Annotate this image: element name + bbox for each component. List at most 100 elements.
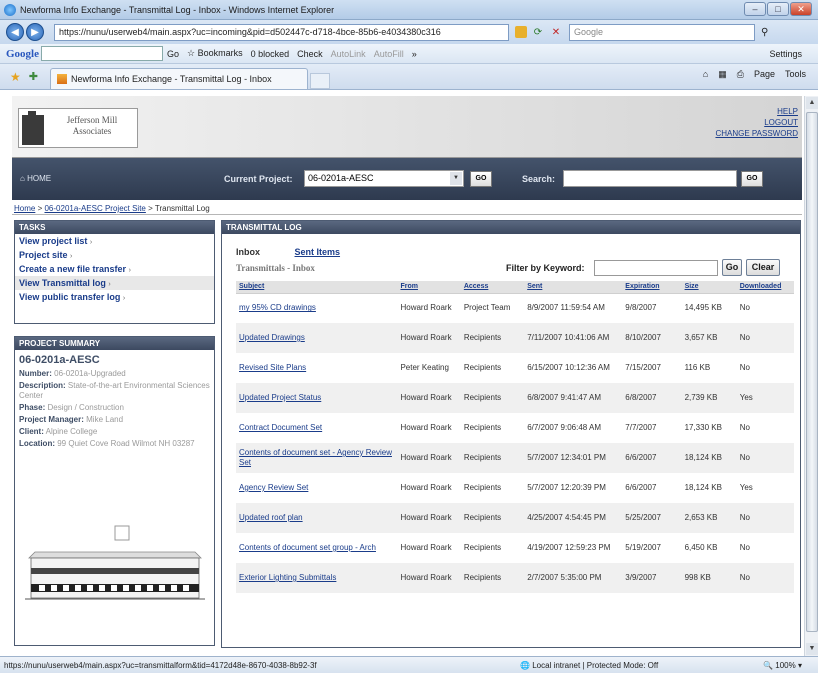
col-access[interactable]: Access: [460, 281, 525, 294]
home-icon[interactable]: ⌂: [703, 69, 708, 80]
site-search-input[interactable]: [563, 170, 737, 187]
subject-link[interactable]: Contents of document set group - Arch: [236, 533, 397, 563]
from-cell: Howard Roark: [400, 423, 452, 432]
url-field[interactable]: https://nunu/userweb4/main.aspx?uc=incom…: [54, 23, 509, 41]
project-summary-panel: PROJECT SUMMARY 06-0201a-AESC Number: 06…: [14, 336, 215, 646]
browser-tab[interactable]: Newforma Info Exchange - Transmittal Log…: [49, 68, 308, 89]
feeds-icon[interactable]: ▦: [718, 69, 727, 80]
autofill-button[interactable]: AutoFill: [374, 49, 404, 59]
settings-button[interactable]: Settings: [769, 49, 802, 59]
check-button[interactable]: Check: [297, 49, 323, 59]
print-icon[interactable]: ⎙: [737, 69, 744, 80]
search-go-button[interactable]: GO: [741, 171, 763, 187]
tab-sent-items[interactable]: Sent Items: [295, 247, 341, 257]
tasks-title: TASKS: [15, 221, 214, 234]
task-create-file-transfer[interactable]: Create a new file transfer ›: [15, 262, 214, 276]
logout-link[interactable]: LOGOUT: [715, 117, 798, 128]
current-project-select[interactable]: 06-0201a-AESC ▼: [304, 170, 464, 187]
transmittal-log-panel: TRANSMITTAL LOG Inbox Sent Items Transmi…: [221, 220, 801, 648]
sent-cell: 8/9/2007 11:59:54 AM: [527, 303, 605, 313]
change-password-link[interactable]: CHANGE PASSWORD: [715, 128, 798, 139]
favorites-star-icon[interactable]: ★: [10, 70, 21, 84]
scrollbar-thumb[interactable]: [806, 112, 818, 632]
google-go-button[interactable]: Go: [167, 49, 179, 59]
from-cell: Howard Roark: [397, 383, 461, 413]
stop-icon[interactable]: ✕: [549, 25, 563, 39]
help-link[interactable]: HELP: [715, 106, 798, 117]
address-bar: ◀ ▶ https://nunu/userweb4/main.aspx?uc=i…: [0, 20, 818, 44]
subject-link[interactable]: Exterior Lighting Submittals: [236, 563, 398, 593]
col-size[interactable]: Size: [681, 281, 737, 294]
subject-link[interactable]: my 95% CD drawings: [236, 293, 397, 323]
refresh-icon[interactable]: ⟳: [531, 25, 545, 39]
minimize-icon[interactable]: –: [744, 2, 766, 16]
transmittal-log-title: TRANSMITTAL LOG: [222, 221, 800, 234]
project-go-button[interactable]: GO: [470, 171, 492, 187]
breadcrumb-current: Transmittal Log: [154, 204, 210, 213]
location-label: Location:: [19, 439, 55, 448]
transmittal-tabs: Inbox Sent Items: [236, 247, 340, 257]
back-arrow-icon[interactable]: ◀: [6, 23, 24, 41]
table-row: Exterior Lighting Submittals Howard Roar…: [236, 563, 794, 593]
close-icon[interactable]: ✕: [790, 2, 812, 16]
subject-link[interactable]: Contents of document set - Agency Review…: [236, 443, 398, 473]
access-cell: Recipients: [460, 563, 525, 593]
filter-clear-button[interactable]: Clear: [746, 259, 780, 276]
task-project-site[interactable]: Project site ›: [15, 248, 214, 262]
forward-arrow-icon[interactable]: ▶: [26, 23, 44, 41]
col-expiration[interactable]: Expiration: [622, 281, 682, 294]
expiration-cell: 6/6/2007: [622, 443, 682, 473]
task-view-public-transfer-log[interactable]: View public transfer log ›: [15, 290, 214, 304]
location-value: 99 Quiet Cove Road Wilmot NH 03287: [57, 439, 195, 448]
bookmarks-button[interactable]: ☆ Bookmarks: [187, 48, 243, 59]
col-from[interactable]: From: [397, 281, 461, 294]
chevron-down-icon[interactable]: ▼: [450, 172, 462, 185]
maximize-icon[interactable]: □: [767, 2, 789, 16]
subject-link[interactable]: Updated Drawings: [236, 323, 398, 353]
subject-link[interactable]: Revised Site Plans: [236, 353, 397, 383]
task-view-project-list[interactable]: View project list ›: [15, 234, 214, 248]
expiration-cell: 6/6/2007: [625, 483, 657, 492]
new-tab-button[interactable]: [309, 73, 330, 89]
google-toolbar-input[interactable]: [41, 46, 163, 61]
subject-link[interactable]: Updated roof plan: [236, 503, 398, 533]
filter-keyword-input[interactable]: [594, 260, 718, 276]
col-sent[interactable]: Sent: [524, 281, 623, 294]
page-menu[interactable]: Page: [754, 69, 775, 80]
col-subject[interactable]: Subject: [236, 281, 398, 294]
subject-link[interactable]: Updated Project Status: [236, 383, 398, 413]
window-title: Newforma Info Exchange - Transmittal Log…: [20, 4, 335, 15]
command-bar: ⌂ ▦ ⎙ Page Tools: [703, 69, 806, 80]
popup-blocked-button[interactable]: 0 blocked: [251, 49, 290, 59]
filter-go-button[interactable]: Go: [722, 259, 742, 276]
google-logo: Google: [6, 47, 39, 60]
toolbar-overflow-button[interactable]: »: [412, 49, 417, 59]
browser-search-input[interactable]: Google: [569, 23, 755, 41]
home-link[interactable]: ⌂ HOME: [20, 174, 51, 183]
security-zone[interactable]: 🌐 Local intranet | Protected Mode: Off: [520, 661, 658, 670]
task-view-transmittal-log[interactable]: View Transmittal log ›: [15, 276, 214, 290]
table-row: Contents of document set - Agency Review…: [236, 443, 794, 473]
from-cell: Howard Roark: [400, 543, 452, 552]
zoom-level[interactable]: 🔍 100% ▾: [763, 661, 802, 670]
scroll-up-icon[interactable]: ▲: [806, 97, 818, 109]
scroll-down-icon[interactable]: ▼: [806, 643, 818, 655]
search-icon[interactable]: ⚲: [761, 27, 768, 38]
col-downloaded[interactable]: Downloaded: [736, 281, 794, 294]
table-row: Contents of document set group - Arch Ho…: [236, 533, 794, 563]
expiration-cell: 5/25/2007: [622, 503, 682, 533]
tab-inbox[interactable]: Inbox: [236, 247, 260, 257]
page-scrollbar[interactable]: ▲ ▼: [804, 96, 818, 656]
breadcrumb-home[interactable]: Home: [14, 204, 35, 213]
breadcrumb-project-site[interactable]: 06-0201a-AESC Project Site: [44, 204, 145, 213]
subject-link[interactable]: Agency Review Set: [236, 473, 397, 503]
tools-menu[interactable]: Tools: [785, 69, 806, 80]
add-favorite-icon[interactable]: ✚: [29, 70, 38, 83]
access-cell: Recipients: [460, 323, 525, 353]
downloaded-cell: No: [736, 323, 794, 353]
company-logo: Jefferson Mill Associates: [18, 108, 138, 148]
lock-icon[interactable]: [515, 26, 527, 38]
autolink-button[interactable]: AutoLink: [331, 49, 366, 59]
filter-label: Filter by Keyword:: [506, 263, 585, 273]
subject-link[interactable]: Contract Document Set: [236, 413, 397, 443]
